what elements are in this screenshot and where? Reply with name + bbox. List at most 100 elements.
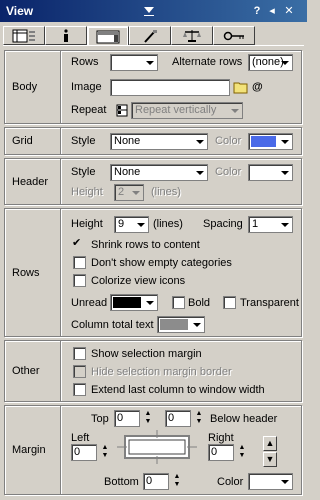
grid-color-swatch [251,136,276,147]
rows-label: Rows [71,56,99,68]
transparent-label: Transparent [240,297,299,309]
header-style-label: Style [71,166,96,178]
margin-color-select[interactable] [248,473,293,490]
image-field[interactable] [110,79,230,96]
alternate-rows-label: Alternate rows [172,56,243,68]
chevron-down-icon [143,296,156,309]
margin-color-label: Color [217,476,244,488]
body-section-label: Body [12,81,38,93]
show-selection-margin-label: Show selection margin [91,348,202,360]
chevron-down-icon [134,218,147,231]
rows-section-label: Rows [12,267,40,279]
pin-icon[interactable]: ◂ [266,5,278,17]
chevron-down-icon [190,318,203,331]
transparent-checkbox[interactable] [223,296,236,309]
header-color-select[interactable] [248,164,293,181]
chevron-down-icon [143,56,156,69]
chevron-down-icon [129,186,142,199]
tab-grid-view[interactable] [3,26,45,45]
margin-left-label: Left [71,432,90,444]
empty-categories-checkbox[interactable] [73,256,86,269]
row-height-select[interactable]: 9 [114,216,149,233]
paintbrush-icon [144,29,157,43]
move-down-button[interactable]: ▼ [263,452,277,467]
bold-checkbox[interactable] [172,296,185,309]
column-total-color-swatch [160,319,188,330]
grid-style-select[interactable]: None [110,133,208,150]
extend-last-column-label: Extend last column to window width [91,384,265,396]
below-header-label: Below header [210,413,278,425]
margin-right-label: Right [208,432,234,444]
margin-section: Margin Top 0 ▲ ▼ 0 ▲ ▼ Below header Left 0… [4,405,302,495]
scale-icon [183,29,201,42]
chevron-down-icon [278,475,291,488]
margin-top-field[interactable]: 0 [114,410,140,427]
view-options-icon [96,30,120,43]
margin-left-field[interactable]: 0 [71,444,97,461]
header-color-label: Color [215,166,242,178]
shrink-rows-label: Shrink rows to content [91,239,200,251]
move-up-button[interactable]: ▲ [263,436,277,451]
title-dropdown-icon[interactable] [144,5,154,16]
repeat-select[interactable]: Repeat vertically [131,102,243,119]
header-section-label: Header [12,176,49,188]
grid-section: Grid Style None Color [4,127,302,155]
row-height-unit: (lines) [153,218,183,230]
shrink-rows-checkbox[interactable] [71,236,84,251]
margin-right-field[interactable]: 0 [208,444,234,461]
tab-bar [3,26,303,46]
spacing-select[interactable]: 1 [248,216,293,233]
unread-color-swatch [113,297,141,308]
image-label: Image [71,81,102,93]
key-icon [223,31,244,40]
chevron-down-icon [228,104,241,117]
tab-info[interactable] [45,26,87,45]
unread-label: Unread [71,297,108,309]
margin-right-spinner[interactable]: ▲ ▼ [236,444,248,461]
info-icon [64,28,68,42]
below-header-field[interactable]: 0 [165,410,191,427]
hide-selection-border-checkbox[interactable] [73,365,86,378]
header-style-select[interactable]: None [110,164,208,181]
show-selection-margin-checkbox[interactable] [73,347,86,360]
bold-label: Bold [188,297,211,309]
margin-bottom-spinner[interactable]: ▲ ▼ [171,473,183,490]
tab-view-options[interactable] [87,26,129,46]
repeat-vertical-icon [116,104,128,117]
tab-scale[interactable] [171,26,213,45]
unread-color-select[interactable] [110,294,158,311]
grid-style-label: Style [71,135,96,147]
grid-section-label: Grid [12,135,33,147]
folder-icon[interactable] [233,80,248,94]
help-icon[interactable]: ? [251,5,263,17]
column-total-color-select[interactable] [157,316,205,333]
colorize-icons-label: Colorize view icons [91,275,186,287]
margin-top-label: Top [91,413,109,425]
other-section-label: Other [12,365,40,377]
tab-paint[interactable] [129,26,171,45]
header-height-unit: (lines) [151,186,181,198]
below-header-spinner[interactable]: ▲ ▼ [193,410,205,427]
extend-last-column-checkbox[interactable] [73,383,86,396]
chevron-down-icon [278,56,291,69]
formula-at-icon[interactable]: @ [252,81,263,93]
margin-top-spinner[interactable]: ▲ ▼ [142,410,154,427]
margin-bottom-label: Bottom [104,476,139,488]
header-height-label: Height [71,186,103,198]
colorize-icons-checkbox[interactable] [73,274,86,287]
margin-bottom-field[interactable]: 0 [143,473,169,490]
grid-color-label: Color [215,135,242,147]
tab-key[interactable] [213,26,255,45]
header-height-select[interactable]: 2 [114,184,144,201]
margin-left-spinner[interactable]: ▲ ▼ [99,444,111,461]
rows-select[interactable] [110,54,158,71]
close-icon[interactable]: ✕ [283,5,295,17]
column-total-label: Column total text [71,319,154,331]
alternate-rows-select[interactable]: (none) [248,54,293,71]
grid-color-select[interactable] [248,133,293,150]
header-section: Header Style None Color Height 2 (lines) [4,158,302,205]
chevron-down-icon [193,166,206,179]
margin-preview-icon [117,430,197,464]
window-title: View [6,4,34,18]
repeat-label: Repeat [71,104,107,116]
